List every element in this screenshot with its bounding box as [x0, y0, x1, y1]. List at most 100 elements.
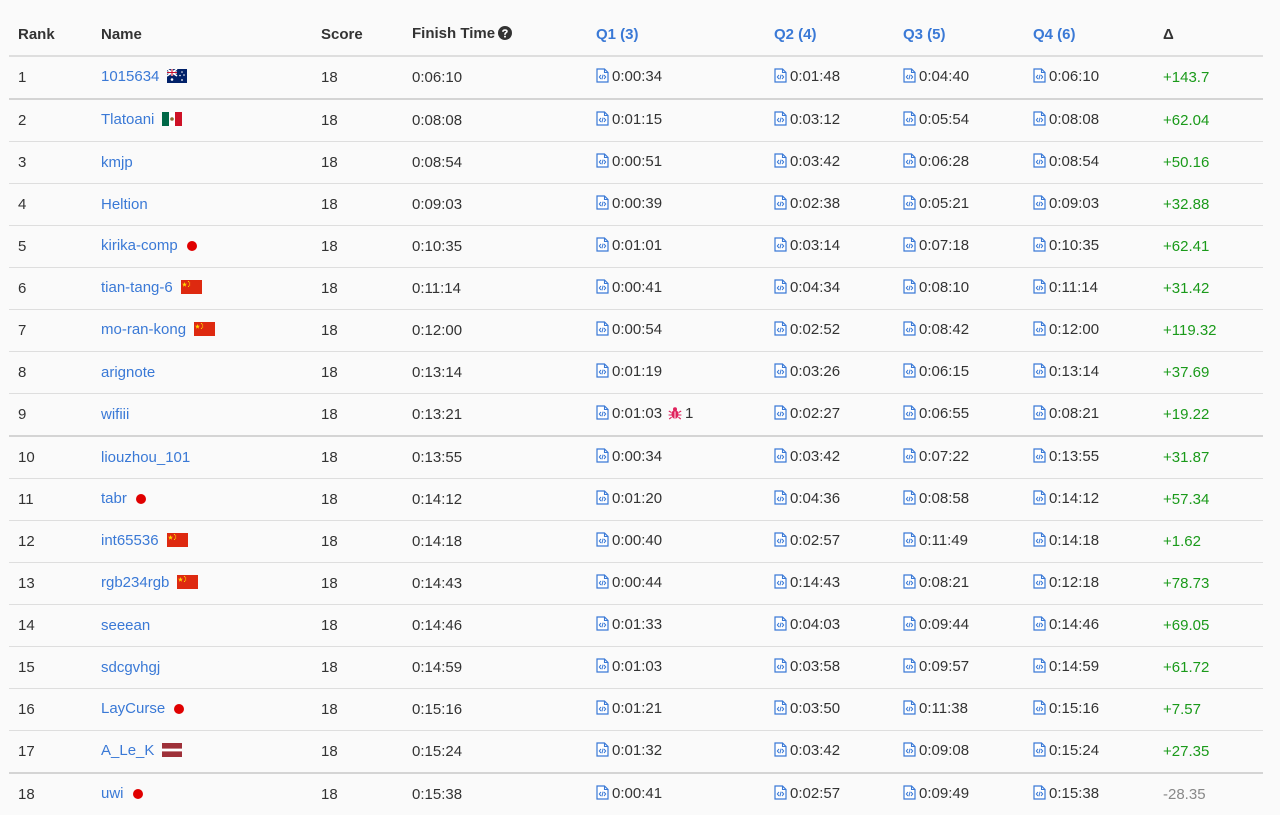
code-file-icon[interactable]: [596, 111, 609, 130]
code-file-icon[interactable]: [1033, 574, 1046, 593]
q1-cell[interactable]: 0:00:54: [587, 309, 765, 352]
finish-time-header[interactable]: Finish Time: [403, 14, 587, 57]
q4-cell[interactable]: 0:15:38: [1024, 772, 1154, 815]
code-file-icon[interactable]: [596, 574, 609, 593]
q3-cell[interactable]: 0:05:54: [894, 98, 1024, 142]
code-file-icon[interactable]: [596, 616, 609, 635]
q2-cell[interactable]: 0:03:42: [765, 141, 894, 184]
code-file-icon[interactable]: [1033, 153, 1046, 172]
user-link[interactable]: uwi: [101, 785, 124, 802]
code-file-icon[interactable]: [774, 658, 787, 677]
code-file-icon[interactable]: [1033, 532, 1046, 551]
q3-cell[interactable]: 0:11:49: [894, 520, 1024, 563]
user-link[interactable]: 1015634: [101, 68, 159, 85]
q2-cell[interactable]: 0:02:57: [765, 772, 894, 815]
q3-cell[interactable]: 0:06:15: [894, 351, 1024, 394]
code-file-icon[interactable]: [774, 785, 787, 804]
q4-cell[interactable]: 0:08:08: [1024, 98, 1154, 142]
code-file-icon[interactable]: [1033, 448, 1046, 467]
code-file-icon[interactable]: [903, 279, 916, 298]
q3-cell[interactable]: 0:06:28: [894, 141, 1024, 184]
code-file-icon[interactable]: [1033, 490, 1046, 509]
code-file-icon[interactable]: [596, 405, 609, 424]
q3-cell[interactable]: 0:09:49: [894, 772, 1024, 815]
q1-cell[interactable]: 0:00:34: [587, 435, 765, 479]
code-file-icon[interactable]: [596, 237, 609, 256]
code-file-icon[interactable]: [903, 195, 916, 214]
code-file-icon[interactable]: [1033, 68, 1046, 87]
q4-cell[interactable]: 0:10:35: [1024, 225, 1154, 268]
code-file-icon[interactable]: [1033, 279, 1046, 298]
code-file-icon[interactable]: [596, 490, 609, 509]
q2-cell[interactable]: 0:02:57: [765, 520, 894, 563]
q2-cell[interactable]: 0:03:12: [765, 98, 894, 142]
q2-header[interactable]: Q2 (4): [765, 14, 894, 57]
code-file-icon[interactable]: [774, 68, 787, 87]
user-link[interactable]: A_Le_K: [101, 742, 154, 759]
q3-cell[interactable]: 0:11:38: [894, 688, 1024, 731]
code-file-icon[interactable]: [903, 153, 916, 172]
q1-cell[interactable]: 0:01:32: [587, 730, 765, 773]
code-file-icon[interactable]: [774, 448, 787, 467]
code-file-icon[interactable]: [774, 111, 787, 130]
q1-cell[interactable]: 0:01:20: [587, 478, 765, 521]
q4-cell[interactable]: 0:09:03: [1024, 183, 1154, 226]
code-file-icon[interactable]: [774, 574, 787, 593]
code-file-icon[interactable]: [903, 700, 916, 719]
q4-cell[interactable]: 0:14:18: [1024, 520, 1154, 563]
code-file-icon[interactable]: [903, 532, 916, 551]
q4-cell[interactable]: 0:15:24: [1024, 730, 1154, 773]
q1-cell[interactable]: 0:01:03 1: [587, 393, 765, 436]
name-header[interactable]: Name: [92, 14, 312, 57]
q3-cell[interactable]: 0:08:10: [894, 267, 1024, 310]
code-file-icon[interactable]: [774, 363, 787, 382]
q4-cell[interactable]: 0:13:55: [1024, 435, 1154, 479]
code-file-icon[interactable]: [1033, 195, 1046, 214]
q2-cell[interactable]: 0:01:48: [765, 56, 894, 99]
user-link[interactable]: rgb234rgb: [101, 574, 169, 591]
rank-header[interactable]: Rank: [9, 14, 92, 57]
score-header[interactable]: Score: [312, 14, 403, 57]
q3-cell[interactable]: 0:07:18: [894, 225, 1024, 268]
code-file-icon[interactable]: [774, 532, 787, 551]
code-file-icon[interactable]: [774, 616, 787, 635]
code-file-icon[interactable]: [903, 658, 916, 677]
q2-cell[interactable]: 0:03:26: [765, 351, 894, 394]
code-file-icon[interactable]: [774, 195, 787, 214]
user-link[interactable]: tabr: [101, 490, 127, 507]
code-file-icon[interactable]: [596, 658, 609, 677]
code-file-icon[interactable]: [1033, 111, 1046, 130]
user-link[interactable]: int65536: [101, 532, 159, 549]
q3-cell[interactable]: 0:07:22: [894, 435, 1024, 479]
q1-cell[interactable]: 0:00:41: [587, 267, 765, 310]
q2-cell[interactable]: 0:04:34: [765, 267, 894, 310]
code-file-icon[interactable]: [596, 532, 609, 551]
user-link[interactable]: LayCurse: [101, 700, 165, 717]
q1-cell[interactable]: 0:01:19: [587, 351, 765, 394]
q3-cell[interactable]: 0:09:44: [894, 604, 1024, 647]
code-file-icon[interactable]: [903, 742, 916, 761]
q4-cell[interactable]: 0:08:54: [1024, 141, 1154, 184]
q4-cell[interactable]: 0:12:00: [1024, 309, 1154, 352]
code-file-icon[interactable]: [774, 153, 787, 172]
q2-cell[interactable]: 0:03:14: [765, 225, 894, 268]
user-link[interactable]: mo-ran-kong: [101, 321, 186, 338]
q2-cell[interactable]: 0:03:42: [765, 435, 894, 479]
code-file-icon[interactable]: [903, 68, 916, 87]
q4-cell[interactable]: 0:11:14: [1024, 267, 1154, 310]
code-file-icon[interactable]: [903, 448, 916, 467]
q2-cell[interactable]: 0:02:27: [765, 393, 894, 436]
q1-cell[interactable]: 0:00:44: [587, 562, 765, 605]
q1-cell[interactable]: 0:00:40: [587, 520, 765, 563]
q3-cell[interactable]: 0:06:55: [894, 393, 1024, 436]
code-file-icon[interactable]: [596, 448, 609, 467]
q3-cell[interactable]: 0:09:08: [894, 730, 1024, 773]
q2-cell[interactable]: 0:02:52: [765, 309, 894, 352]
q1-cell[interactable]: 0:00:34: [587, 56, 765, 99]
q1-header[interactable]: Q1 (3): [587, 14, 765, 57]
code-file-icon[interactable]: [903, 616, 916, 635]
code-file-icon[interactable]: [596, 195, 609, 214]
q3-cell[interactable]: 0:08:58: [894, 478, 1024, 521]
code-file-icon[interactable]: [903, 111, 916, 130]
q2-cell[interactable]: 0:02:38: [765, 183, 894, 226]
